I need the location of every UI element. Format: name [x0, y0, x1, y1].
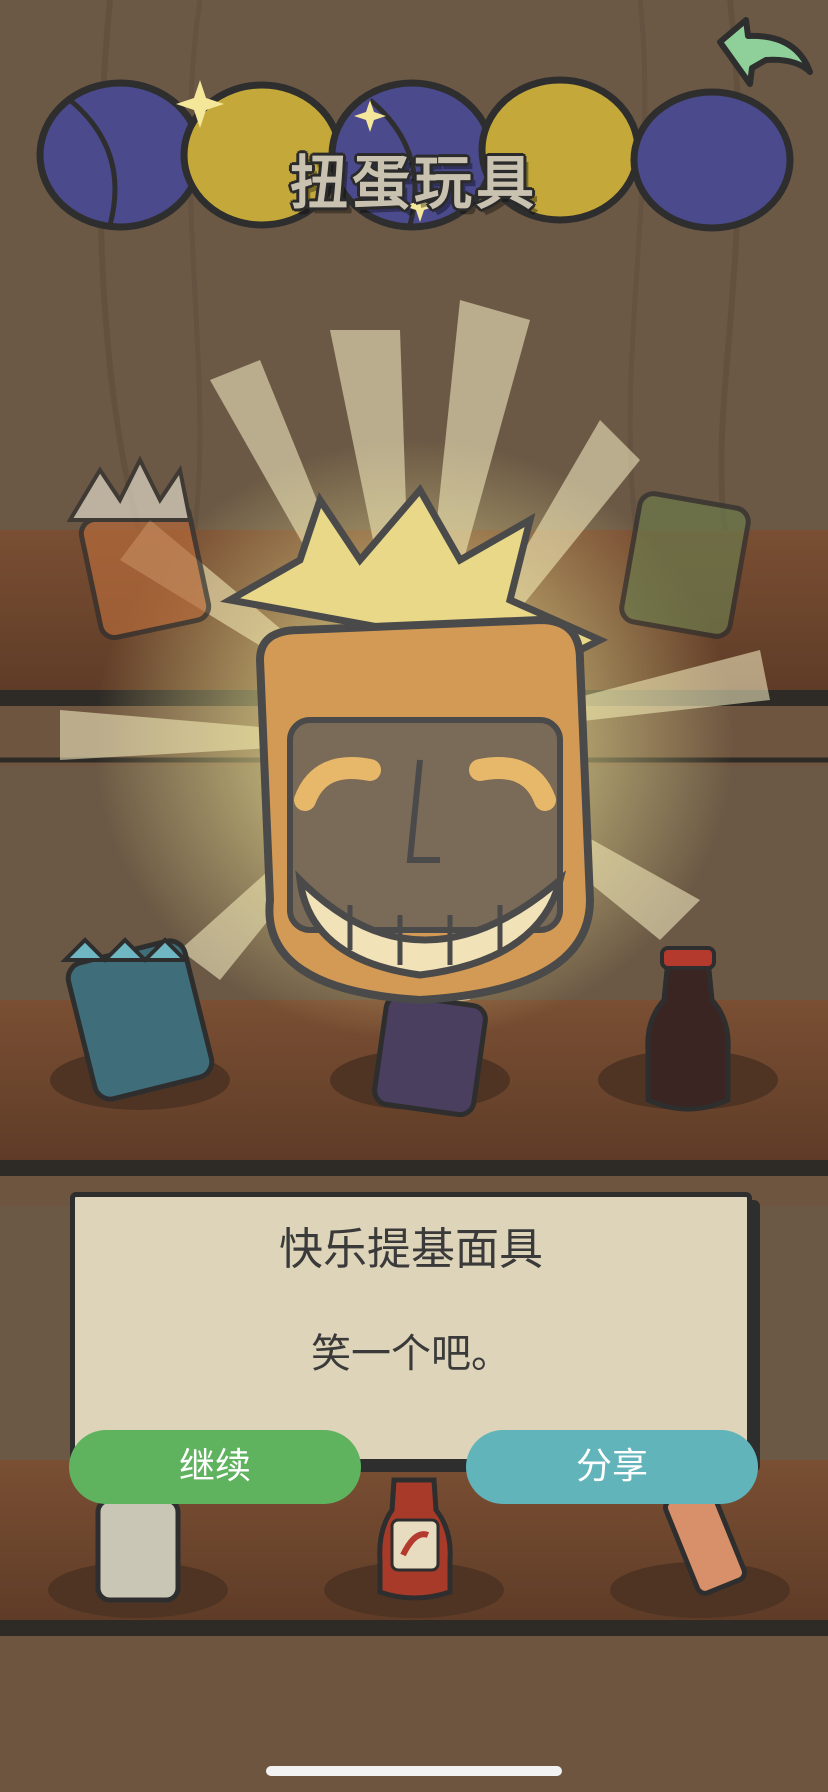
item-dialog: 快乐提基面具 笑一个吧。	[70, 1192, 752, 1464]
item-name: 快乐提基面具	[279, 1224, 543, 1275]
page-title: 扭蛋玩具	[289, 149, 538, 217]
game-scene	[0, 0, 828, 1792]
back-button[interactable]	[706, 12, 818, 100]
home-indicator[interactable]	[266, 1766, 562, 1776]
continue-button[interactable]: 继续	[69, 1430, 361, 1504]
share-button[interactable]: 分享	[466, 1430, 758, 1504]
back-arrow-icon	[717, 17, 813, 87]
tiki-mask-green	[619, 491, 751, 639]
item-description: 笑一个吧。	[311, 1331, 511, 1377]
